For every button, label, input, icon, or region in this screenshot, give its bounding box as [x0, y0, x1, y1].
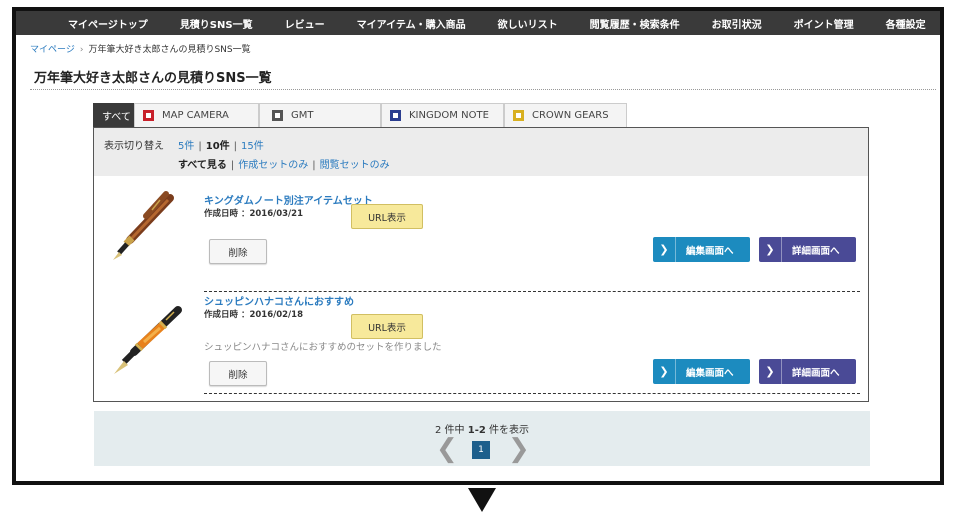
detail-screen-label: 詳細画面へ [792, 367, 840, 379]
gmt-logo-icon [272, 110, 283, 121]
breadcrumb-separator: › [79, 45, 84, 55]
item-divider [204, 291, 860, 292]
shown-range: 1-2 [467, 425, 486, 436]
nav-points[interactable]: ポイント管理 [794, 16, 854, 31]
nav-wishlist[interactable]: 欲しいリスト [498, 16, 558, 31]
nav-estimate-sns-list[interactable]: 見積りSNS一覧 [180, 16, 253, 31]
prev-page-icon[interactable]: ❮ [436, 435, 458, 463]
orange-fountain-pen-image [114, 306, 182, 374]
result-summary: 2 件中 1-2 件を表示 [94, 421, 870, 436]
nav-reviews[interactable]: レビュー [285, 16, 325, 31]
map-camera-logo-icon [143, 110, 154, 121]
per-page-separator: | [233, 141, 238, 152]
edit-screen-button[interactable]: ❯ 編集画面へ [653, 359, 750, 384]
tab-all[interactable]: すべて [93, 103, 134, 127]
breadcrumb: マイページ › 万年筆大好き太郎さんの見積りSNS一覧 [30, 42, 251, 55]
view-created-only[interactable]: 作成セットのみ [238, 160, 308, 171]
display-toggle-label: 表示切り替え [104, 141, 164, 152]
delete-button[interactable]: 削除 [209, 239, 267, 264]
tab-gmt-label: GMT [291, 110, 314, 121]
tab-crown-gears-label: CROWN GEARS [532, 110, 609, 121]
breadcrumb-current: 万年筆大好き太郎さんの見積りSNS一覧 [88, 45, 251, 55]
brown-fountain-pen-image [113, 191, 174, 260]
item-divider [204, 393, 860, 394]
per-page-15[interactable]: 15件 [241, 141, 264, 152]
kingdom-note-logo-icon [390, 110, 401, 121]
nav-transaction-status[interactable]: お取引状況 [712, 16, 762, 31]
display-filter-bar: 表示切り替え 5件 | 10件 | 15件 すべて見る | 作成セットのみ | 閲覧セットのみ [94, 128, 868, 176]
down-arrow-indicator-icon [468, 488, 496, 512]
nav-mypage-top[interactable]: マイページトップ [68, 16, 148, 31]
chevron-right-icon: ❯ [653, 359, 676, 384]
tab-kingdom-note-label: KINGDOM NOTE [409, 110, 489, 121]
edit-screen-label: 編集画面へ [686, 367, 734, 379]
estimate-set-item: シュッピンハナコさんにおすすめ 作成日時 ：2016/02/18 URL表示 シ… [94, 296, 868, 392]
estimate-set-title-link[interactable]: キングダムノート別注アイテムセット [204, 192, 373, 207]
chevron-right-icon: ❯ [653, 237, 676, 262]
next-page-icon[interactable]: ❯ [508, 435, 530, 463]
top-navigation: マイページトップ 見積りSNS一覧 レビュー マイアイテム・購入商品 欲しいリス… [16, 11, 940, 35]
tab-map-camera-label: MAP CAMERA [162, 110, 229, 121]
screenshot-frame: マイページトップ 見積りSNS一覧 レビュー マイアイテム・購入商品 欲しいリス… [12, 7, 944, 485]
view-separator: | [312, 160, 316, 171]
view-separator: | [230, 160, 235, 171]
view-browsed-only[interactable]: 閲覧セットのみ [320, 160, 390, 171]
current-page-button[interactable]: 1 [472, 441, 490, 459]
nav-browsing-history[interactable]: 閲覧履歴・検索条件 [590, 16, 680, 31]
chevron-right-icon: ❯ [759, 359, 782, 384]
estimate-set-description: シュッピンハナコさんにおすすめのセットを作りました [204, 342, 442, 353]
shop-tabs: すべて MAP CAMERA GMT KINGDOM NOTE CROWN GE… [93, 103, 627, 127]
estimate-set-title-link[interactable]: シュッピンハナコさんにおすすめ [204, 293, 354, 308]
tab-kingdom-note[interactable]: KINGDOM NOTE [381, 103, 504, 127]
url-display-button[interactable]: URL表示 [351, 314, 423, 339]
estimate-set-date: 作成日時 ：2016/02/18 [204, 310, 303, 320]
per-page-5[interactable]: 5件 [178, 141, 194, 152]
detail-screen-button[interactable]: ❯ 詳細画面へ [759, 359, 856, 384]
per-page-options: 5件 | 10件 | 15件 [178, 137, 264, 152]
url-display-button[interactable]: URL表示 [351, 204, 423, 229]
breadcrumb-home-link[interactable]: マイページ [30, 45, 75, 55]
detail-screen-button[interactable]: ❯ 詳細画面へ [759, 237, 856, 262]
tab-map-camera[interactable]: MAP CAMERA [134, 103, 259, 127]
estimate-list-panel: 表示切り替え 5件 | 10件 | 15件 すべて見る | 作成セットのみ | 閲覧セットのみ … [93, 127, 869, 402]
tab-gmt[interactable]: GMT [259, 103, 381, 127]
tab-crown-gears[interactable]: CROWN GEARS [504, 103, 627, 127]
view-filter-options: すべて見る | 作成セットのみ | 閲覧セットのみ [178, 156, 390, 171]
tab-all-label: すべて [102, 112, 131, 123]
nav-settings[interactable]: 各種設定 [886, 16, 926, 31]
edit-screen-button[interactable]: ❯ 編集画面へ [653, 237, 750, 262]
detail-screen-label: 詳細画面へ [792, 245, 840, 257]
estimate-set-item: キングダムノート別注アイテムセット 作成日時 ：2016/03/21 URL表示… [94, 184, 868, 280]
pagination: 2 件中 1-2 件を表示 ❮ 1 ❯ [94, 411, 870, 466]
edit-screen-label: 編集画面へ [686, 245, 734, 257]
per-page-separator: | [198, 141, 202, 152]
chevron-right-icon: ❯ [759, 237, 782, 262]
title-divider [30, 89, 936, 90]
per-page-10-selected: 10件 [205, 141, 230, 152]
delete-button[interactable]: 削除 [209, 361, 267, 386]
page-title: 万年筆大好き太郎さんの見積りSNS一覧 [34, 71, 272, 86]
nav-my-items[interactable]: マイアイテム・購入商品 [357, 16, 466, 31]
estimate-set-date: 作成日時 ：2016/03/21 [204, 209, 303, 219]
crown-gears-logo-icon [513, 110, 524, 121]
view-all-selected: すべて見る [178, 160, 227, 171]
